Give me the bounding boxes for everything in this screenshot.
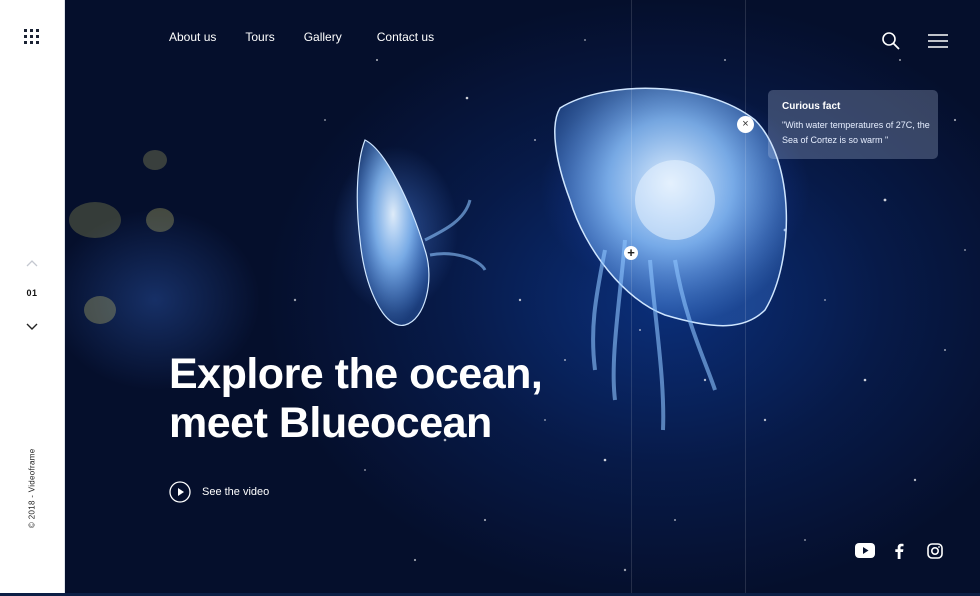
close-fact-button[interactable]: × — [737, 116, 754, 133]
hamburger-icon[interactable] — [928, 34, 948, 53]
grid-dots-icon[interactable] — [24, 29, 39, 44]
facebook-icon[interactable] — [894, 543, 904, 564]
fact-text: "With water temperatures of 27C, the Sea… — [782, 120, 930, 145]
see-video-link[interactable]: See the video — [169, 481, 269, 503]
curious-fact-card: Curious fact "With water temperatures of… — [768, 90, 938, 159]
fact-title: Curious fact — [782, 101, 841, 112]
nav-gallery[interactable]: Gallery — [304, 30, 342, 44]
chevron-down-icon[interactable] — [0, 318, 64, 336]
main-nav: About us Tours Gallery Contact us — [169, 30, 434, 44]
nav-contact-us[interactable]: Contact us — [377, 30, 434, 44]
grid-line — [631, 0, 632, 596]
slide-number: 01 — [26, 288, 38, 298]
video-label: See the video — [202, 486, 270, 498]
hero-section: About us Tours Gallery Contact us Curiou… — [65, 0, 980, 596]
nav-tours[interactable]: Tours — [245, 30, 274, 44]
grid-line — [745, 0, 746, 596]
instagram-icon[interactable] — [927, 543, 943, 564]
copyright-text: © 2018 - Videoframe — [27, 448, 37, 529]
youtube-icon[interactable] — [855, 543, 875, 563]
play-icon — [169, 481, 191, 503]
headline-line-2: meet Blueocean — [169, 399, 492, 447]
nav-about-us[interactable]: About us — [169, 30, 216, 44]
chevron-up-icon[interactable] — [0, 255, 64, 273]
left-sidebar: 01 © 2018 - Videoframe — [0, 0, 65, 596]
headline-line-1: Explore the ocean, — [169, 350, 543, 398]
search-icon[interactable] — [881, 31, 901, 56]
hero-headline: Explore the ocean, meet Blueocean — [169, 350, 543, 448]
hotspot-plus-button[interactable]: + — [624, 246, 638, 260]
